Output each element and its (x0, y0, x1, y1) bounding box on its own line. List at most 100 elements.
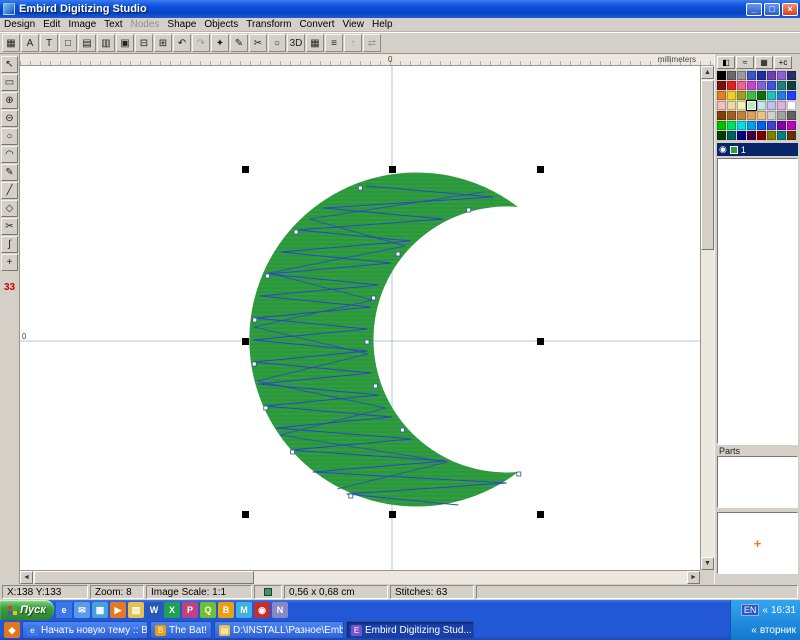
vertical-scroll-thumb[interactable] (701, 80, 714, 250)
burn-icon[interactable]: ◉ (254, 602, 270, 618)
task-button[interactable]: ▤D:\INSTALL\Разное\Embird (214, 621, 344, 639)
curve-tool-icon[interactable]: ∫ (1, 236, 18, 253)
node-tool-icon[interactable]: ◇ (1, 200, 18, 217)
task-button[interactable]: eНачать новую тему :: В... (22, 621, 148, 639)
color-swatch[interactable] (777, 81, 786, 90)
folder-icon[interactable]: ▥ (97, 34, 115, 52)
color-swatch[interactable] (767, 81, 776, 90)
color-swatch[interactable] (757, 91, 766, 100)
color-swatch[interactable] (737, 101, 746, 110)
color-swatch[interactable] (737, 121, 746, 130)
color-swatch[interactable] (717, 101, 726, 110)
scissors-icon[interactable]: ✂ (249, 34, 267, 52)
stitch-node[interactable] (400, 428, 404, 432)
color-swatch[interactable] (737, 71, 746, 80)
line-tool-icon[interactable]: ╱ (1, 182, 18, 199)
color-swatch[interactable] (717, 111, 726, 120)
color-swatch[interactable] (757, 121, 766, 130)
density-icon[interactable]: ≈ (736, 56, 754, 69)
palette-grid-icon[interactable]: ▦ (755, 56, 773, 69)
icq-icon[interactable]: Q (200, 602, 216, 618)
ellipse-tool-icon[interactable]: ○ (1, 128, 18, 145)
color-swatch[interactable] (727, 131, 736, 140)
tray-expand-icon-2[interactable]: « (751, 625, 757, 636)
stitch-node[interactable] (349, 494, 353, 498)
stitch-node[interactable] (373, 384, 377, 388)
excel-icon[interactable]: X (164, 602, 180, 618)
new-doc-icon[interactable]: □ (59, 34, 77, 52)
bat-icon[interactable]: B (218, 602, 234, 618)
color-swatch[interactable] (777, 131, 786, 140)
color-swatch[interactable] (767, 101, 776, 110)
stitch-node[interactable] (365, 340, 369, 344)
menu-help[interactable]: Help (368, 19, 397, 30)
word-icon[interactable]: W (146, 602, 162, 618)
folder-icon[interactable]: ▤ (128, 602, 144, 618)
menu-design[interactable]: Design (0, 19, 39, 30)
color-swatch[interactable] (777, 91, 786, 100)
color-swatch[interactable] (727, 111, 736, 120)
handle-middle-left[interactable] (242, 338, 249, 345)
handle-top-right[interactable] (537, 166, 544, 173)
start-button[interactable]: Пуск (0, 600, 54, 620)
color-swatch[interactable] (717, 121, 726, 130)
scroll-right-icon[interactable]: ► (687, 571, 700, 584)
color-swatch[interactable] (747, 121, 756, 130)
maximize-button[interactable]: □ (764, 3, 780, 16)
stitch-view-icon[interactable]: ▦ (306, 34, 324, 52)
color-swatch[interactable] (747, 111, 756, 120)
horizontal-scroll-thumb[interactable] (34, 571, 254, 584)
letter-a-icon[interactable]: A (21, 34, 39, 52)
marquee-icon[interactable]: ▭ (1, 74, 18, 91)
color-swatch[interactable] (747, 131, 756, 140)
color-swatch[interactable] (737, 81, 746, 90)
stitch-node[interactable] (266, 274, 270, 278)
stitch-node[interactable] (517, 472, 521, 476)
color-swatch[interactable] (757, 101, 766, 110)
menu-nodes[interactable]: Nodes (127, 19, 164, 30)
copy-icon[interactable]: ⊞ (154, 34, 172, 52)
quick-icon-2[interactable]: ◆ (4, 622, 20, 638)
handle-top-left[interactable] (242, 166, 249, 173)
color-swatch[interactable] (777, 101, 786, 110)
mail-icon[interactable]: ✉ (74, 602, 90, 618)
stitch-node[interactable] (372, 296, 376, 300)
menu-shape[interactable]: Shape (163, 19, 200, 30)
color-swatch[interactable] (767, 71, 776, 80)
handle-bottom-left[interactable] (242, 511, 249, 518)
stitch-node[interactable] (358, 186, 362, 190)
menu-convert[interactable]: Convert (295, 19, 338, 30)
center-c-icon[interactable]: +c (774, 56, 792, 69)
color-swatch[interactable] (747, 101, 756, 110)
color-swatch[interactable] (757, 71, 766, 80)
design-canvas[interactable]: 0 (20, 66, 700, 570)
fill-mode-icon[interactable]: ◧ (717, 56, 735, 69)
stitch-node[interactable] (264, 406, 268, 410)
tray-expand-icon[interactable]: « (762, 605, 768, 616)
color-swatch[interactable] (717, 81, 726, 90)
print-icon[interactable]: ⊟ (135, 34, 153, 52)
scroll-down-icon[interactable]: ▼ (701, 557, 714, 570)
notepad-icon[interactable]: N (272, 602, 288, 618)
color-swatch[interactable] (727, 71, 736, 80)
menu-text[interactable]: Text (100, 19, 126, 30)
vertical-scrollbar[interactable]: ▲ ▼ (700, 66, 714, 570)
horizontal-scrollbar[interactable]: ◄ ► (20, 570, 700, 584)
undo-icon[interactable]: ↶ (173, 34, 191, 52)
object-list[interactable] (717, 158, 798, 444)
color-swatch[interactable] (757, 111, 766, 120)
task-button[interactable]: EEmbird Digitizing Stud... (346, 621, 474, 639)
color-swatch[interactable] (787, 111, 796, 120)
ie-icon[interactable]: e (56, 602, 72, 618)
show-desktop-icon[interactable]: ▦ (92, 602, 108, 618)
fill-tool-icon[interactable]: + (1, 254, 18, 271)
stitch-node[interactable] (294, 230, 298, 234)
handle-top-center[interactable] (389, 166, 396, 173)
shape-icon[interactable]: ○ (268, 34, 286, 52)
color-swatch[interactable] (787, 101, 796, 110)
color-swatch[interactable] (717, 91, 726, 100)
color-swatch[interactable] (767, 121, 776, 130)
task-button[interactable]: BThe Bat! (150, 621, 212, 639)
thread-layer-row[interactable]: ◉ 1 (717, 143, 798, 156)
parts-list[interactable] (717, 456, 798, 508)
